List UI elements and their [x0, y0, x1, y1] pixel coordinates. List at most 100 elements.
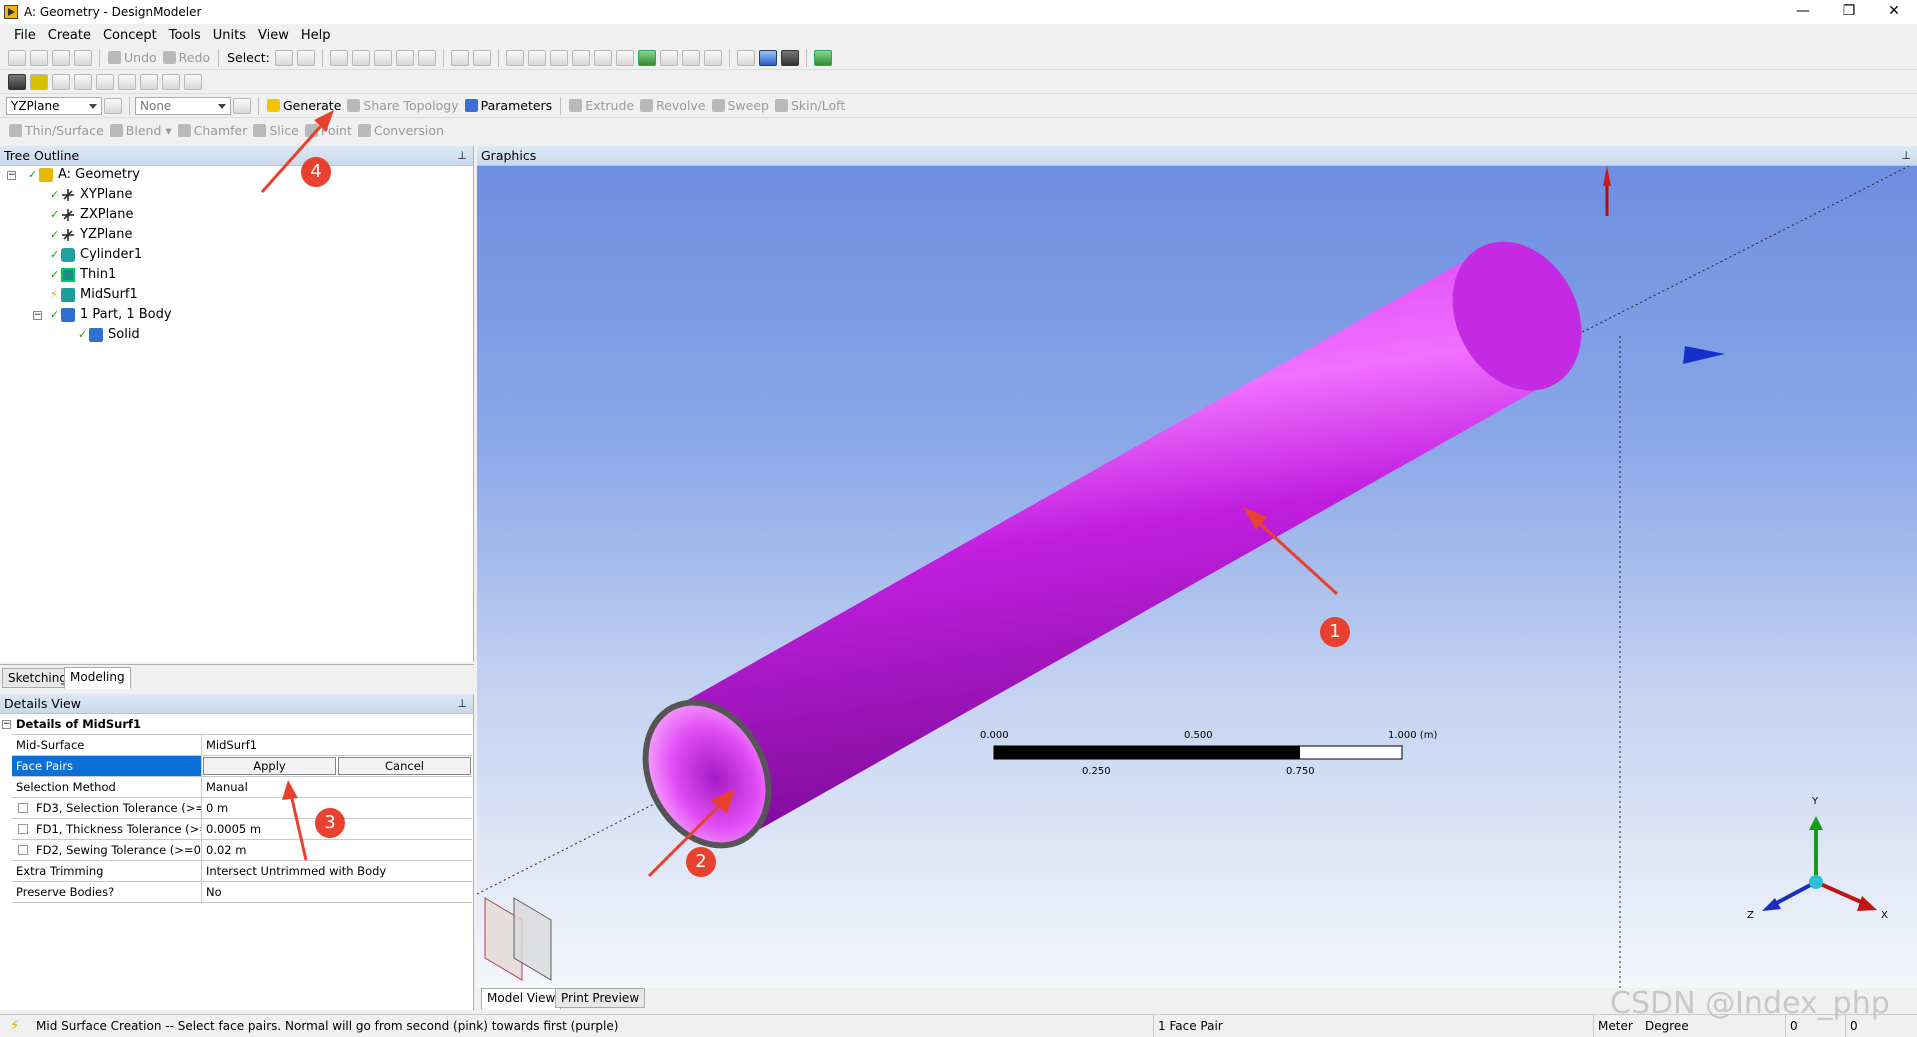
plane-color-icon[interactable] — [8, 73, 26, 90]
menu-file[interactable]: File — [8, 28, 42, 43]
parameter-checkbox[interactable] — [18, 803, 28, 813]
sketch-mode-icon[interactable] — [184, 73, 202, 90]
details-key: FD1, Thickness Tolerance (>=0) — [36, 822, 201, 836]
menu-units[interactable]: Units — [207, 28, 252, 43]
open-icon[interactable] — [30, 49, 48, 66]
new-plane-icon[interactable] — [52, 73, 70, 90]
select-point-icon[interactable] — [329, 49, 348, 66]
screenshot-icon[interactable] — [74, 49, 92, 66]
collapse-icon[interactable]: − — [33, 311, 42, 320]
select-filter-icon[interactable] — [296, 49, 315, 66]
details-row-extra-trimming[interactable]: Extra Trimming Intersect Untrimmed with B… — [12, 861, 472, 882]
tab-modeling[interactable]: Modeling — [64, 667, 131, 689]
menu-help[interactable]: Help — [295, 28, 337, 43]
details-row-fd2[interactable]: FD2, Sewing Tolerance (>=0) 0.02 m — [12, 840, 472, 861]
details-row-preserve-bodies[interactable]: Preserve Bodies? No — [12, 882, 472, 903]
tab-print-preview[interactable]: Print Preview — [555, 988, 646, 1008]
tree-item-thin1[interactable]: ✓ Thin1 — [50, 266, 116, 284]
menu-view[interactable]: View — [252, 28, 295, 43]
save-icon[interactable] — [52, 49, 70, 66]
triad-z-label: Z — [1747, 910, 1754, 921]
revolve-button[interactable]: Revolve — [640, 98, 706, 113]
pan-icon[interactable] — [527, 49, 546, 66]
triad-icon[interactable] — [736, 49, 755, 66]
extrude-button[interactable]: Extrude — [569, 98, 634, 113]
new-plane-button-icon[interactable] — [104, 97, 122, 114]
details-row-fd3[interactable]: FD3, Selection Tolerance (>=0) 0 m — [12, 798, 472, 819]
parameter-checkbox[interactable] — [18, 824, 28, 834]
zoom-out-icon[interactable] — [659, 49, 678, 66]
extend-selection-icon[interactable] — [417, 49, 436, 66]
collapse-icon[interactable]: − — [2, 720, 11, 729]
new-sketch-icon[interactable] — [118, 73, 136, 90]
tree-item-geometry[interactable]: ✓ A: Geometry — [28, 166, 140, 184]
graphics-viewport[interactable]: Graphics ⊥ 0.000 0.500 1.000 (m) 0.250 0… — [477, 146, 1917, 988]
pin-icon[interactable]: ⊥ — [1901, 146, 1911, 166]
new-curve-icon[interactable] — [96, 73, 114, 90]
sweep-button[interactable]: Sweep — [711, 98, 769, 113]
select-mode-icon[interactable] — [274, 49, 293, 66]
display-point-icon[interactable] — [780, 49, 799, 66]
details-row-mid-surface[interactable]: Mid-Surface MidSurf1 — [12, 735, 472, 756]
rotate-icon[interactable] — [505, 49, 524, 66]
details-row-fd1[interactable]: FD1, Thickness Tolerance (>=0)0.0005 m — [12, 819, 472, 840]
thin-surface-button[interactable]: Thin/Surface — [9, 123, 104, 138]
sketch-dropdown[interactable]: None — [135, 96, 231, 115]
pin-icon[interactable]: ⊥ — [457, 694, 467, 714]
details-row-selection-method[interactable]: Selection Method Manual — [12, 777, 472, 798]
tree-item-part[interactable]: ✓ 1 Part, 1 Body — [50, 306, 172, 324]
select-edge-icon[interactable] — [351, 49, 370, 66]
menu-tools[interactable]: Tools — [163, 28, 207, 43]
look-at-icon[interactable] — [162, 73, 180, 90]
new-icon[interactable] — [8, 49, 26, 66]
new-point-icon[interactable] — [140, 73, 158, 90]
tree-item-midsurf1[interactable]: ⚡ MidSurf1 — [50, 286, 138, 304]
restore-button[interactable]: ❐ — [1826, 0, 1872, 24]
view-options-icon[interactable] — [813, 49, 832, 66]
plane-dropdown[interactable]: YZPlane — [6, 96, 102, 115]
conversion-button[interactable]: Conversion — [357, 123, 444, 138]
undo-button[interactable]: Undo — [108, 50, 157, 65]
tree-item-zxplane[interactable]: ✓ ZXPlane — [50, 206, 133, 224]
new-sketch-button-icon[interactable] — [233, 97, 251, 114]
collapse-icon[interactable]: − — [7, 171, 16, 180]
previous-view-icon[interactable] — [681, 49, 700, 66]
point-button[interactable]: Point — [304, 123, 352, 138]
close-button[interactable]: ✕ — [1871, 0, 1917, 24]
select-body-icon[interactable] — [395, 49, 414, 66]
details-row-face-pairs[interactable]: Face Pairs Apply Cancel — [12, 756, 472, 777]
parameters-button[interactable]: Parameters — [464, 98, 552, 113]
blend-button[interactable]: Blend ▾ — [109, 123, 172, 138]
tree-item-xyplane[interactable]: ✓ XYPlane — [50, 186, 133, 204]
tree-item-yzplane[interactable]: ✓ YZPlane — [50, 226, 133, 244]
tab-sketching[interactable]: Sketching — [2, 668, 73, 688]
magnify-icon[interactable] — [615, 49, 634, 66]
face-color-icon[interactable] — [30, 73, 48, 90]
zoom-fit-icon[interactable] — [593, 49, 612, 66]
zoom-icon[interactable] — [549, 49, 568, 66]
next-view-icon[interactable] — [703, 49, 722, 66]
apply-button[interactable]: Apply — [203, 757, 336, 775]
display-model-icon[interactable] — [758, 49, 777, 66]
menu-create[interactable]: Create — [42, 28, 97, 43]
generate-button[interactable]: Generate — [267, 98, 341, 113]
tree-item-solid[interactable]: ✓ Solid — [78, 326, 140, 344]
redo-button[interactable]: Redo — [162, 50, 210, 65]
slice-button[interactable]: Slice — [253, 123, 299, 138]
minimize-button[interactable]: — — [1780, 0, 1826, 24]
share-topology-button[interactable]: Share Topology — [347, 98, 459, 113]
pin-icon[interactable]: ⊥ — [457, 146, 467, 166]
chamfer-button[interactable]: Chamfer — [177, 123, 247, 138]
box-select-icon[interactable] — [450, 49, 469, 66]
tree-item-cylinder1[interactable]: ✓ Cylinder1 — [50, 246, 142, 264]
tab-model-view[interactable]: Model View — [481, 988, 562, 1010]
menu-concept[interactable]: Concept — [97, 28, 163, 43]
box-select-2-icon[interactable] — [472, 49, 491, 66]
select-face-icon[interactable] — [373, 49, 392, 66]
parameter-checkbox[interactable] — [18, 845, 28, 855]
skin-loft-button[interactable]: Skin/Loft — [774, 98, 845, 113]
zoom-in-icon[interactable] — [637, 49, 656, 66]
cancel-button[interactable]: Cancel — [338, 757, 471, 775]
zoom-box-icon[interactable] — [571, 49, 590, 66]
new-line-icon[interactable] — [74, 73, 92, 90]
